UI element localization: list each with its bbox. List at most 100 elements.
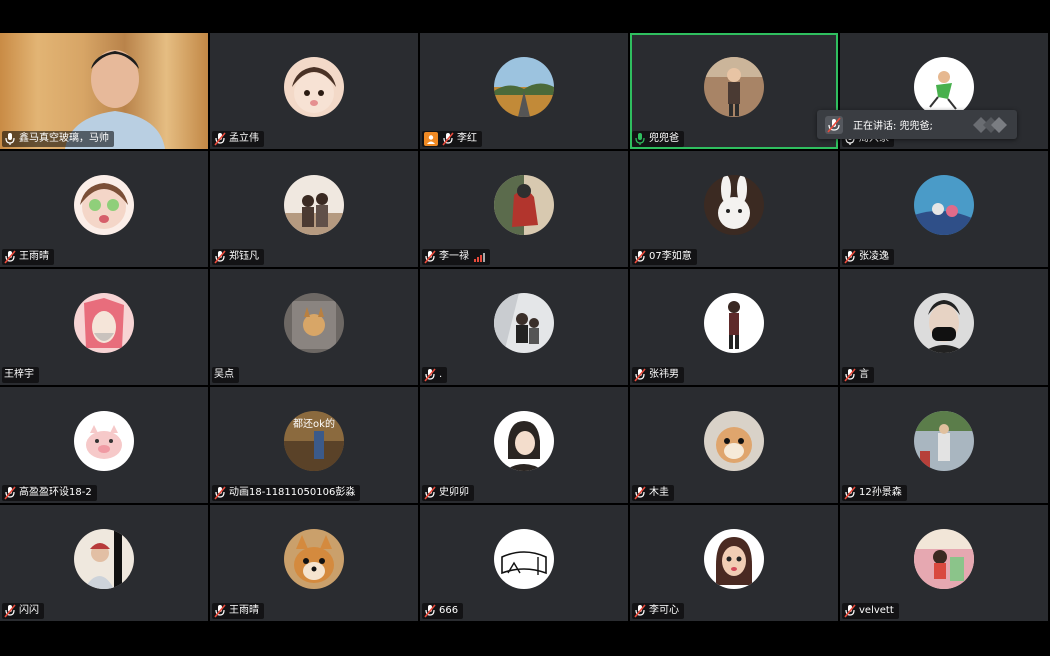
speaking-indicator: 正在讲话: 兜兜爸; [817, 110, 1017, 139]
participant-label: 鑫马真空玻璃，马帅 [2, 131, 114, 147]
mic-muted-icon [634, 250, 646, 264]
avatar [914, 411, 974, 471]
participant-name: 666 [439, 605, 459, 616]
avatar [284, 175, 344, 235]
mic-muted-icon [424, 604, 436, 618]
avatar [704, 293, 764, 353]
participant-label: 王雨晴 [212, 603, 264, 619]
participant-tile[interactable]: 鑫马真空玻璃，马帅 [0, 33, 208, 149]
speaker-avatar-icon [825, 115, 843, 134]
participant-tile[interactable]: 言 [840, 269, 1048, 385]
participant-tile[interactable]: 都还ok的 动画18-11811050106彭淼 [210, 387, 418, 503]
participant-tile[interactable]: 吴点 [210, 269, 418, 385]
participant-label: 666 [422, 603, 464, 619]
avatar [74, 411, 134, 471]
participant-tile[interactable]: 王梓宇 [0, 269, 208, 385]
mic-muted-icon [424, 250, 436, 264]
participant-tile[interactable]: 李红 [420, 33, 628, 149]
participant-name: 鑫马真空玻璃，马帅 [19, 133, 109, 144]
mic-muted-icon [424, 368, 436, 382]
participant-tile[interactable]: 王雨晴 [0, 151, 208, 267]
avatar [74, 529, 134, 589]
participant-tile[interactable]: 12孙景森 [840, 387, 1048, 503]
participant-name: velvett [859, 605, 894, 616]
participant-label: 张凌逸 [842, 249, 894, 265]
participant-tile[interactable]: 李一禄 [420, 151, 628, 267]
participant-label: 12孙景森 [842, 485, 907, 501]
mic-muted-icon [214, 132, 226, 146]
participant-tile[interactable]: 07李如意 [630, 151, 838, 267]
mic-muted-icon [634, 486, 646, 500]
participant-tile[interactable]: velvett [840, 505, 1048, 621]
avatar [914, 293, 974, 353]
participant-label: 07李如意 [632, 249, 697, 265]
mic-muted-icon [214, 486, 226, 500]
participant-name: 史卯卯 [439, 487, 469, 498]
avatar [284, 293, 344, 353]
mic-icon [4, 132, 16, 146]
participant-label: 郑钰凡 [212, 249, 264, 265]
avatar [704, 411, 764, 471]
participant-tile[interactable]: 李可心 [630, 505, 838, 621]
avatar [914, 175, 974, 235]
participant-tile[interactable]: 闪闪 [0, 505, 208, 621]
participant-tile[interactable]: 张祎男 [630, 269, 838, 385]
avatar [494, 293, 554, 353]
mic-muted-icon [4, 486, 16, 500]
mic-muted-icon [4, 250, 16, 264]
participant-tile[interactable]: 史卯卯 [420, 387, 628, 503]
speaking-label: 正在讲话: 兜兜爸; [853, 121, 933, 132]
mic-muted-icon [634, 604, 646, 618]
participant-name: 高盈盈环设18-2 [19, 487, 92, 498]
participant-name: 兜兜爸 [649, 133, 679, 144]
mic-active-icon [634, 132, 646, 146]
avatar [284, 529, 344, 589]
avatar [704, 175, 764, 235]
app-logo-icon [973, 116, 1007, 133]
participant-label: 李可心 [632, 603, 684, 619]
participant-name: 王雨晴 [229, 605, 259, 616]
avatar [74, 175, 134, 235]
participant-label: 木圭 [632, 485, 674, 501]
participant-tile-active[interactable]: 兜兜爸 [630, 33, 838, 149]
participant-label: 吴点 [212, 367, 239, 383]
avatar [494, 175, 554, 235]
mic-muted-icon [4, 604, 16, 618]
participant-label: velvett [842, 603, 899, 619]
participant-name: 12孙景森 [859, 487, 902, 498]
participant-label: 王雨晴 [2, 249, 54, 265]
participant-name: 李红 [457, 133, 477, 144]
mic-muted-icon [844, 604, 856, 618]
participant-label: 李红 [422, 131, 482, 147]
participant-tile[interactable]: 666 [420, 505, 628, 621]
avatar [704, 529, 764, 589]
participant-tile[interactable]: 王雨晴 [210, 505, 418, 621]
participant-tile[interactable]: 郑钰凡 [210, 151, 418, 267]
participant-label: 兜兜爸 [632, 131, 684, 147]
participant-tile[interactable]: 高盈盈环设18-2 [0, 387, 208, 503]
participant-name: 木圭 [649, 487, 669, 498]
participant-label: 高盈盈环设18-2 [2, 485, 97, 501]
participant-name: 李一禄 [439, 251, 469, 262]
participant-label: 史卯卯 [422, 485, 474, 501]
participant-label: 言 [842, 367, 874, 383]
participant-tile[interactable]: 木圭 [630, 387, 838, 503]
mic-muted-icon [844, 250, 856, 264]
participant-name: 07李如意 [649, 251, 692, 262]
avatar [284, 57, 344, 117]
mic-muted-icon [424, 486, 436, 500]
mic-muted-icon [214, 604, 226, 618]
mic-muted-icon [442, 132, 454, 146]
participant-name: 张祎男 [649, 369, 679, 380]
participant-label: 王梓宇 [2, 367, 39, 383]
avatar [914, 529, 974, 589]
participant-name: 言 [859, 369, 869, 380]
mic-muted-icon [844, 368, 856, 382]
host-icon [424, 132, 438, 146]
participant-tile[interactable]: 孟立伟 [210, 33, 418, 149]
participant-label: 闪闪 [2, 603, 44, 619]
participant-tile[interactable]: 张凌逸 [840, 151, 1048, 267]
avatar: 都还ok的 [284, 411, 344, 471]
participant-tile[interactable]: . [420, 269, 628, 385]
avatar [494, 529, 554, 589]
